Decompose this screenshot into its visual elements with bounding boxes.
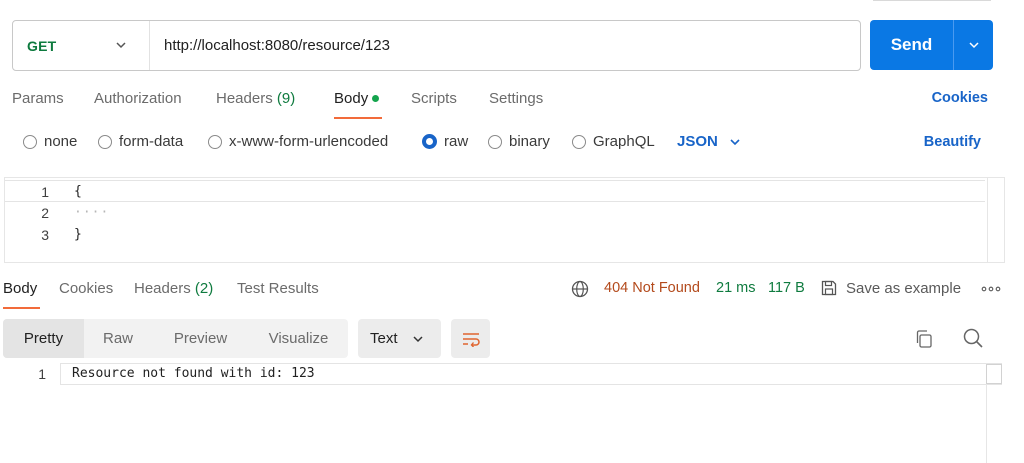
- radio-raw-label: raw: [444, 133, 469, 150]
- response-format-label: Text: [370, 330, 398, 347]
- view-pretty[interactable]: Pretty: [3, 319, 84, 358]
- more-options-icon[interactable]: [981, 285, 1001, 293]
- radio-urlencoded[interactable]: x-www-form-urlencoded: [208, 133, 388, 150]
- radio-none-label: none: [44, 133, 78, 150]
- active-tab-indicator: [334, 117, 382, 119]
- response-view-mode: Pretty Raw Preview Visualize: [3, 319, 348, 358]
- radio-button: [572, 134, 586, 149]
- radio-button: [208, 134, 222, 149]
- raw-format-select[interactable]: JSON: [677, 133, 741, 150]
- resp-tab-headers-count: (2): [194, 280, 214, 297]
- wrap-lines-button[interactable]: [451, 319, 490, 358]
- send-button-group: Send: [870, 20, 993, 70]
- request-body-editor[interactable]: 1 { 2 ···· 3 }: [4, 177, 1005, 263]
- save-as-example-label: Save as example: [846, 279, 962, 297]
- editor-line: 1 {: [5, 180, 985, 202]
- radio-urlencoded-label: x-www-form-urlencoded: [229, 133, 389, 150]
- line-number: 1: [41, 184, 49, 200]
- tab-body-label: Body: [334, 90, 369, 107]
- editor-line: 2 ····: [5, 202, 985, 224]
- body-modified-dot: [372, 94, 380, 102]
- line-number: 2: [41, 205, 49, 221]
- tab-settings[interactable]: Settings: [489, 90, 543, 107]
- save-icon: [821, 280, 837, 296]
- radio-binary[interactable]: binary: [488, 133, 550, 150]
- response-size[interactable]: 117 B: [768, 280, 805, 296]
- method-select[interactable]: GET: [13, 21, 150, 70]
- editor-scrollbar[interactable]: [987, 178, 1004, 262]
- response-body-viewer[interactable]: 1 Resource not found with id: 123: [0, 363, 1024, 463]
- save-as-example-button[interactable]: Save as example: [820, 279, 961, 297]
- top-divider: [873, 0, 991, 1]
- line-number: 1: [38, 366, 46, 382]
- response-time[interactable]: 21 ms: [716, 280, 756, 296]
- line-code: }: [74, 227, 82, 242]
- tab-headers-label: Headers: [216, 90, 273, 107]
- status-code[interactable]: 404 Not Found: [604, 280, 700, 296]
- resp-tab-cookies[interactable]: Cookies: [59, 280, 113, 297]
- radio-button: [488, 134, 502, 149]
- radio-binary-label: binary: [509, 133, 550, 150]
- beautify-button[interactable]: Beautify: [924, 134, 981, 150]
- tab-params[interactable]: Params: [12, 90, 64, 107]
- tab-scripts[interactable]: Scripts: [411, 90, 457, 107]
- line-code: {: [74, 184, 82, 199]
- active-tab-indicator: [3, 307, 40, 309]
- chevron-down-icon: [968, 42, 979, 49]
- line-number: 3: [41, 227, 49, 243]
- chevron-down-icon: [116, 42, 126, 49]
- cookies-link[interactable]: Cookies: [932, 90, 988, 106]
- radio-form-data[interactable]: form-data: [98, 133, 183, 150]
- tab-headers-count: (9): [276, 90, 296, 107]
- request-tabs: Params Authorization Headers (9) Body Sc…: [0, 88, 1024, 122]
- tab-body[interactable]: Body: [334, 90, 380, 107]
- radio-form-data-label: form-data: [119, 133, 184, 150]
- globe-icon[interactable]: [571, 280, 589, 298]
- tab-headers[interactable]: Headers (9): [216, 90, 295, 107]
- wrap-lines-icon: [462, 332, 480, 347]
- send-button[interactable]: Send: [870, 20, 953, 70]
- resp-tab-body[interactable]: Body: [3, 280, 37, 297]
- response-format-select[interactable]: Text: [358, 319, 441, 358]
- copy-icon[interactable]: [914, 329, 934, 349]
- chevron-down-icon: [730, 138, 740, 145]
- body-type-selector: none form-data x-www-form-urlencoded raw…: [0, 131, 1024, 155]
- resp-tab-headers[interactable]: Headers (2): [134, 280, 213, 297]
- response-header-bar: Body Cookies Headers (2) Test Results 40…: [0, 279, 1024, 311]
- radio-graphql-label: GraphQL: [593, 133, 655, 150]
- request-url-bar: GET http://localhost:8080/resource/123: [12, 20, 861, 71]
- send-options-button[interactable]: [953, 20, 993, 70]
- response-scroll-thumb[interactable]: [986, 364, 1002, 384]
- url-input[interactable]: http://localhost:8080/resource/123: [150, 37, 390, 54]
- tab-authorization[interactable]: Authorization: [94, 90, 182, 107]
- method-label: GET: [27, 37, 57, 54]
- response-line: 1 Resource not found with id: 123: [0, 363, 1002, 385]
- radio-raw[interactable]: raw: [422, 133, 468, 150]
- radio-button-checked: [422, 134, 437, 149]
- resp-tab-test-results[interactable]: Test Results: [237, 280, 319, 297]
- chevron-down-icon: [412, 335, 423, 342]
- view-visualize[interactable]: Visualize: [249, 319, 348, 358]
- editor-line: 3 }: [5, 224, 985, 246]
- radio-graphql[interactable]: GraphQL: [572, 133, 655, 150]
- view-preview[interactable]: Preview: [152, 319, 249, 358]
- search-icon[interactable]: [962, 327, 984, 349]
- resp-tab-headers-label: Headers: [134, 280, 191, 297]
- line-code: Resource not found with id: 123: [72, 366, 315, 381]
- radio-none[interactable]: none: [23, 133, 77, 150]
- raw-format-label: JSON: [677, 133, 718, 150]
- line-code: ····: [74, 205, 110, 220]
- radio-button: [98, 134, 112, 149]
- radio-button: [23, 134, 37, 149]
- view-raw[interactable]: Raw: [84, 319, 152, 358]
